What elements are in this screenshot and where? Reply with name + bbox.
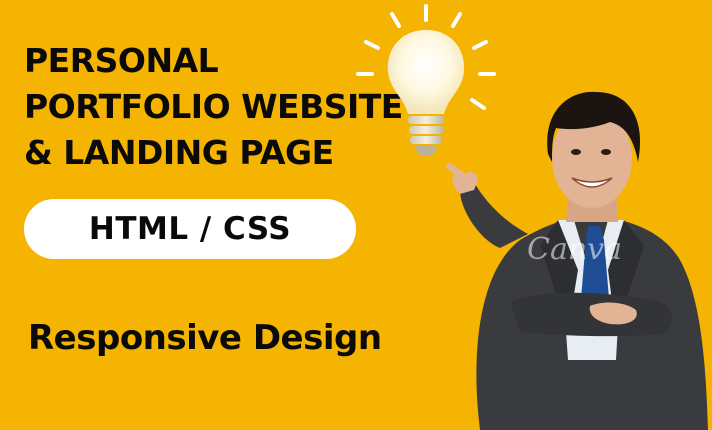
canva-watermark: Canva bbox=[527, 232, 622, 267]
subtitle: Responsive Design bbox=[28, 318, 382, 358]
headline-line-3: & LANDING PAGE bbox=[24, 133, 334, 172]
headline-line-1: PERSONAL bbox=[24, 41, 219, 80]
headline: PERSONAL PORTFOLIO WEBSITE & LANDING PAG… bbox=[24, 38, 403, 176]
banner: PERSONAL PORTFOLIO WEBSITE & LANDING PAG… bbox=[0, 0, 712, 430]
tech-pill-label: HTML / CSS bbox=[88, 211, 292, 247]
headline-line-2: PORTFOLIO WEBSITE bbox=[24, 87, 403, 126]
tech-pill: HTML / CSS bbox=[24, 199, 356, 259]
